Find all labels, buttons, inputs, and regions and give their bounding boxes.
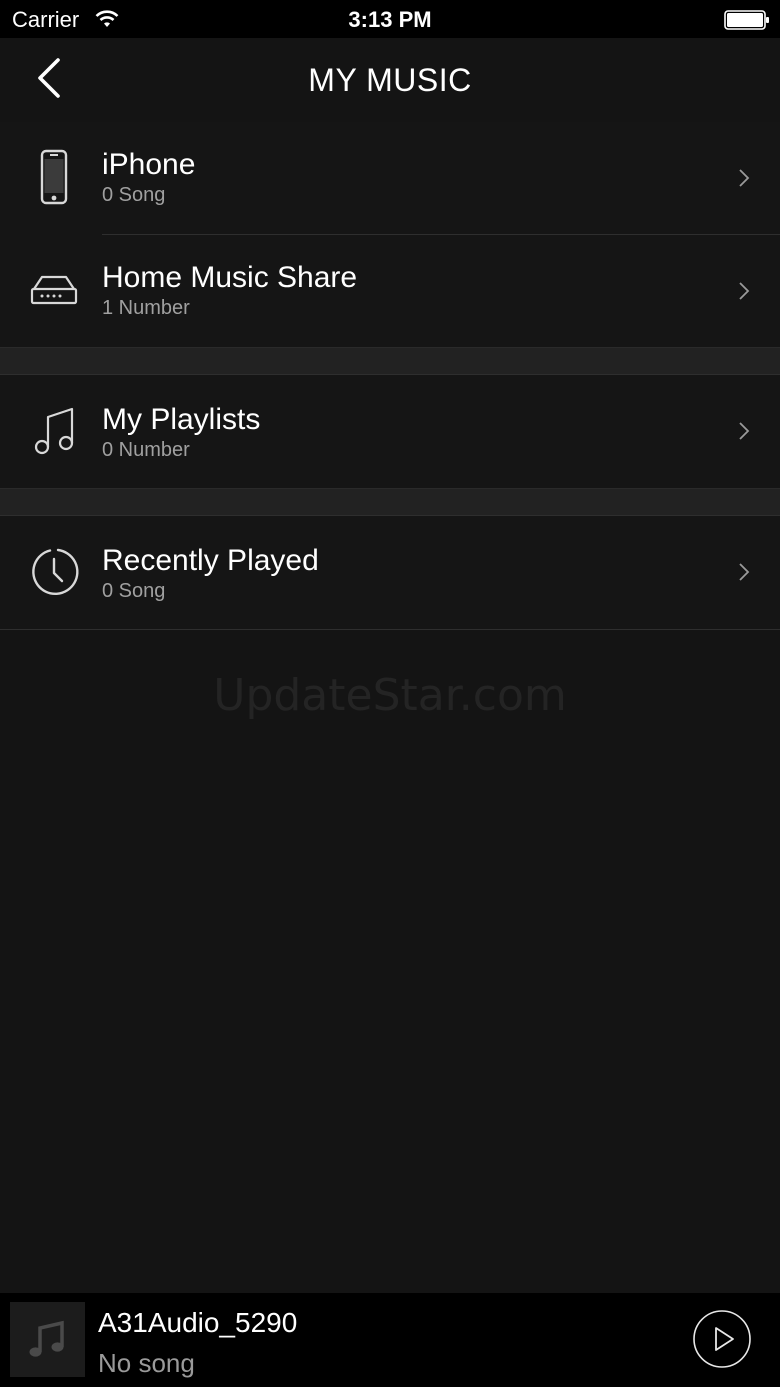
chevron-right-icon	[739, 169, 750, 187]
iphone-title: iPhone	[102, 148, 196, 181]
recently-played-subtitle: 0 Song	[102, 580, 166, 602]
media-server-icon	[30, 275, 78, 305]
sources-group: iPhone 0 Song Home Music Share 1 Number	[0, 122, 780, 347]
my-playlists-title: My Playlists	[102, 403, 261, 436]
home-music-share-title: Home Music Share	[102, 261, 358, 294]
player-song-title: No song	[98, 1348, 195, 1378]
mini-player[interactable]: A31Audio_5290 No song	[0, 1293, 780, 1387]
list-item-recently-played[interactable]: Recently Played 0 Song	[0, 516, 780, 629]
clock-icon	[32, 548, 79, 595]
watermark: UpdateStar.com	[213, 670, 567, 721]
recently-played-title: Recently Played	[102, 544, 319, 577]
album-art	[10, 1302, 85, 1377]
section-separator	[0, 347, 780, 375]
section-separator	[0, 488, 780, 516]
chevron-right-icon	[739, 422, 750, 440]
playlists-group: My Playlists 0 Number	[0, 375, 780, 488]
chevron-right-icon	[739, 282, 750, 300]
play-button[interactable]	[692, 1309, 752, 1369]
my-playlists-subtitle: 0 Number	[102, 439, 190, 461]
chevron-right-icon	[739, 563, 750, 581]
music-note-icon	[34, 407, 74, 455]
battery-icon	[724, 10, 769, 30]
clock-time: 3:13 PM	[348, 7, 432, 32]
status-bar: Carrier 3:13 PM	[0, 0, 780, 38]
navigation-bar: MY MUSIC	[0, 38, 780, 122]
page-title: MY MUSIC	[308, 62, 472, 98]
list-item-home-music-share[interactable]: Home Music Share 1 Number	[0, 235, 780, 348]
history-group: Recently Played 0 Song	[0, 516, 780, 630]
list-item-iphone[interactable]: iPhone 0 Song	[0, 122, 780, 235]
list-item-my-playlists[interactable]: My Playlists 0 Number	[0, 375, 780, 488]
iphone-subtitle: 0 Song	[102, 184, 166, 206]
phone-icon	[40, 149, 68, 205]
home-music-share-subtitle: 1 Number	[102, 297, 190, 319]
music-note-icon	[29, 1320, 64, 1357]
player-device-name: A31Audio_5290	[98, 1307, 298, 1338]
